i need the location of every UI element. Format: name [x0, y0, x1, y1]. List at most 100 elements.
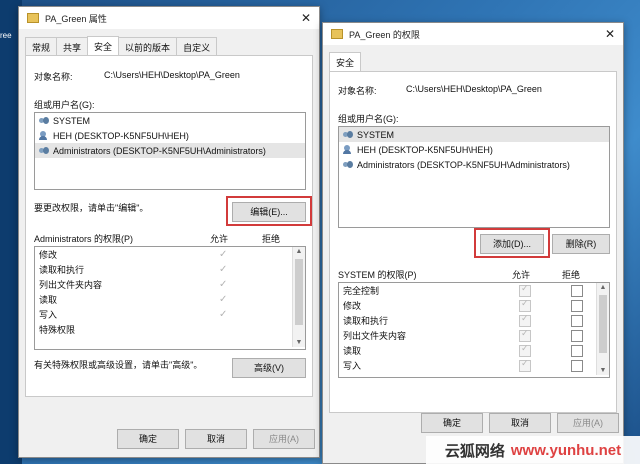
- close-icon[interactable]: ✕: [605, 27, 615, 41]
- list-item-label: Administrators (DESKTOP-K5NF5UH\Administ…: [53, 145, 266, 156]
- object-name-value: C:\Users\HEH\Desktop\PA_Green: [104, 70, 240, 80]
- list-item[interactable]: SYSTEM: [339, 127, 609, 142]
- deny-checkbox[interactable]: [571, 329, 583, 342]
- check-icon: ✓: [219, 294, 228, 305]
- object-name-value: C:\Users\HEH\Desktop\PA_Green: [406, 84, 542, 94]
- group-label: 组或用户名(G):: [34, 100, 95, 110]
- list-item[interactable]: Administrators (DESKTOP-K5NF5UH\Administ…: [35, 143, 305, 158]
- permission-row: 特殊权限: [35, 322, 305, 337]
- permission-row: 修改 ✓: [35, 247, 305, 262]
- deny-checkbox[interactable]: [571, 299, 583, 312]
- cancel-button[interactable]: 取消: [489, 413, 551, 433]
- allow-header: 允许: [210, 234, 229, 244]
- check-icon: ✓: [219, 264, 228, 275]
- list-item-label: Administrators (DESKTOP-K5NF5UH\Administ…: [357, 159, 570, 170]
- permission-name: 修改: [343, 301, 362, 311]
- allow-checkbox[interactable]: [519, 298, 531, 312]
- perm-header: Administrators 的权限(P): [34, 234, 134, 244]
- permission-scrollbar[interactable]: ▲ ▼: [292, 247, 305, 347]
- permission-row: 完全控制: [339, 283, 609, 298]
- scroll-thumb[interactable]: [295, 259, 303, 325]
- ok-button[interactable]: 确定: [421, 413, 483, 433]
- watermark-banner: 云狐网络 www.yunhu.net: [426, 436, 640, 464]
- permission-row: 列出文件夹内容: [339, 328, 609, 343]
- permission-name: 列出文件夹内容: [343, 331, 407, 341]
- desktop-side-text: ree: [0, 31, 12, 40]
- user-list[interactable]: SYSTEM HEH (DESKTOP-K5NF5UH\HEH) Adminis…: [338, 126, 610, 228]
- list-item[interactable]: Administrators (DESKTOP-K5NF5UH\Administ…: [339, 157, 609, 172]
- permission-list: 修改 ✓ 读取和执行 ✓ 列出文件夹内容 ✓ 读取 ✓ 写入 ✓ 特殊权限 ▲ ▼: [34, 246, 306, 350]
- scroll-up-icon[interactable]: ▲: [293, 248, 305, 255]
- watermark-text: 云狐网络: [444, 442, 505, 460]
- deny-checkbox[interactable]: [571, 344, 583, 357]
- window-title: PA_Green 的权限: [349, 29, 420, 40]
- watermark-url: www.yunhu.net: [510, 441, 622, 459]
- tab-security[interactable]: 安全: [87, 36, 120, 57]
- folder-icon: [331, 29, 343, 39]
- permission-name: 列出文件夹内容: [39, 280, 103, 290]
- cancel-button[interactable]: 取消: [185, 429, 247, 449]
- scroll-down-icon[interactable]: ▼: [293, 339, 305, 346]
- allow-checkbox[interactable]: [519, 313, 531, 327]
- users-icon: [342, 130, 354, 140]
- group-label: 组或用户名(G):: [338, 114, 399, 124]
- users-icon: [38, 116, 50, 126]
- permission-name: 读取: [343, 346, 362, 356]
- list-item[interactable]: HEH (DESKTOP-K5NF5UH\HEH): [339, 142, 609, 157]
- allow-header: 允许: [512, 270, 531, 280]
- folder-icon: [27, 13, 39, 23]
- allow-checkbox[interactable]: [519, 283, 531, 297]
- check-icon: ✓: [219, 309, 228, 320]
- permission-row: 读取和执行 ✓: [35, 262, 305, 277]
- permission-row: 修改: [339, 298, 609, 313]
- window-title: PA_Green 属性: [45, 13, 107, 24]
- permission-name: 完全控制: [343, 286, 380, 296]
- advanced-button[interactable]: 高级(V): [232, 358, 306, 378]
- security-panel: 对象名称: C:\Users\HEH\Desktop\PA_Green 组或用户…: [25, 55, 313, 397]
- deny-header: 拒绝: [562, 270, 581, 280]
- ok-button[interactable]: 确定: [117, 429, 179, 449]
- deny-checkbox[interactable]: [571, 359, 583, 372]
- permission-name: 读取和执行: [39, 265, 85, 275]
- list-item-label: SYSTEM: [357, 129, 395, 140]
- permission-row: 读取: [339, 343, 609, 358]
- check-icon: ✓: [219, 249, 228, 260]
- properties-titlebar: PA_Green 属性 ✕: [19, 7, 319, 29]
- list-item[interactable]: SYSTEM: [35, 113, 305, 128]
- permission-list: 完全控制 修改 读取和执行 列出文件夹内容 读取 写入 ▲ ▼: [338, 282, 610, 378]
- permission-row: 列出文件夹内容 ✓: [35, 277, 305, 292]
- scroll-thumb[interactable]: [599, 295, 607, 353]
- close-icon[interactable]: ✕: [301, 11, 311, 25]
- permission-row: 读取和执行: [339, 313, 609, 328]
- permission-scrollbar[interactable]: ▲ ▼: [596, 283, 609, 375]
- change-hint: 要更改权限，请单击"编辑"。: [34, 203, 149, 213]
- list-item[interactable]: HEH (DESKTOP-K5NF5UH\HEH): [35, 128, 305, 143]
- permission-name: 特殊权限: [39, 325, 76, 335]
- tab-security[interactable]: 安全: [329, 52, 362, 73]
- deny-checkbox[interactable]: [571, 314, 583, 327]
- permission-row: 写入 ✓: [35, 307, 305, 322]
- object-name-label: 对象名称:: [34, 72, 73, 82]
- user-icon: [38, 130, 50, 141]
- permission-name: 写入: [343, 361, 362, 371]
- perm-header: SYSTEM 的权限(P): [338, 270, 417, 280]
- scroll-down-icon[interactable]: ▼: [597, 367, 609, 374]
- deny-checkbox[interactable]: [571, 284, 583, 297]
- permission-row: 写入: [339, 358, 609, 373]
- permissions-titlebar: PA_Green 的权限 ✕: [323, 23, 623, 45]
- deny-header: 拒绝: [262, 234, 281, 244]
- remove-button[interactable]: 删除(R): [552, 234, 610, 254]
- permission-name: 读取: [39, 295, 58, 305]
- users-icon: [342, 160, 354, 170]
- apply-button[interactable]: 应用(A): [557, 413, 619, 433]
- check-icon: ✓: [219, 279, 228, 290]
- allow-checkbox[interactable]: [519, 343, 531, 357]
- list-item-label: HEH (DESKTOP-K5NF5UH\HEH): [53, 130, 189, 141]
- scroll-up-icon[interactable]: ▲: [597, 284, 609, 291]
- allow-checkbox[interactable]: [519, 358, 531, 372]
- users-icon: [38, 146, 50, 156]
- user-list[interactable]: SYSTEM HEH (DESKTOP-K5NF5UH\HEH) Adminis…: [34, 112, 306, 190]
- allow-checkbox[interactable]: [519, 328, 531, 342]
- apply-button[interactable]: 应用(A): [253, 429, 315, 449]
- highlight-box: [474, 228, 550, 258]
